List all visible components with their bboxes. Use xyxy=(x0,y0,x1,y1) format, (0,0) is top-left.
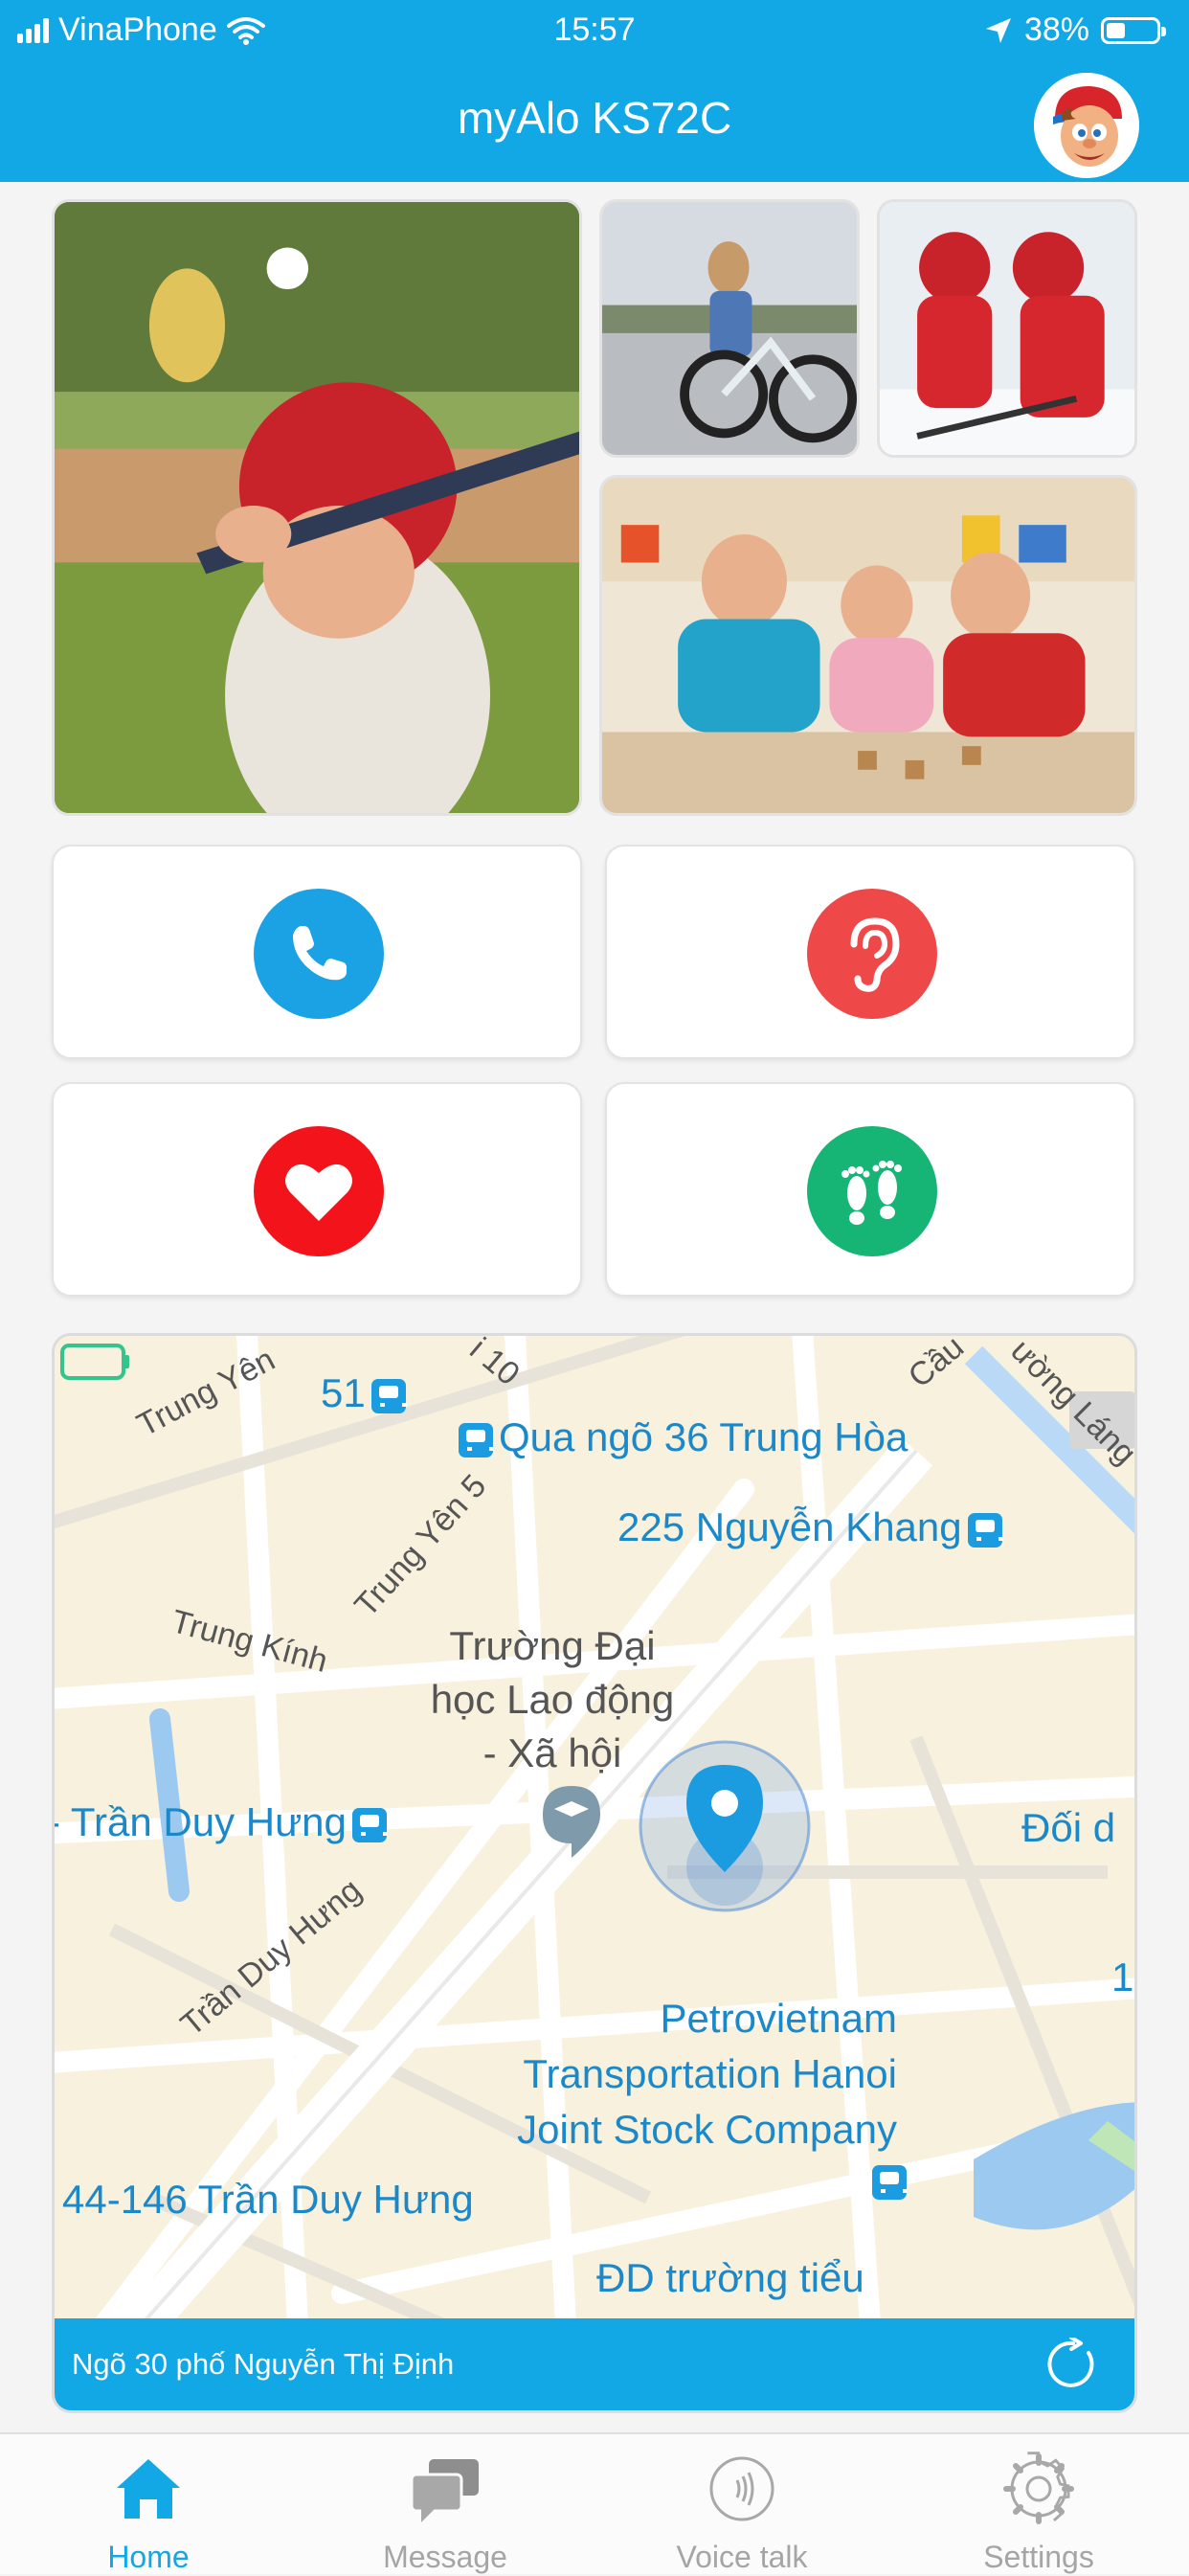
tab-home[interactable]: Home xyxy=(0,2434,297,2576)
ear-icon xyxy=(807,889,937,1019)
bus-stop-44-146[interactable]: 44-146 Trần Duy Hưng xyxy=(62,2177,474,2223)
bus-icon xyxy=(459,1422,494,1457)
nav-bar: myAlo KS72C xyxy=(0,63,1189,182)
bus-stop-44-146-label: 44-146 Trần Duy Hưng xyxy=(62,2177,474,2222)
bus-icon xyxy=(967,1512,1003,1548)
photo-kids-blocks xyxy=(599,475,1137,816)
heart-icon xyxy=(254,1126,384,1256)
bus-icon xyxy=(872,2165,908,2200)
address-text: Ngõ 30 phố Nguyễn Thị Định xyxy=(72,2347,455,2381)
status-bar: VinaPhone 15:57 38% xyxy=(0,0,1189,63)
tab-home-label: Home xyxy=(107,2540,190,2574)
steps-card[interactable] xyxy=(605,1082,1135,1297)
bus-stop-1-label: 1 xyxy=(1111,1955,1134,2000)
bus-stop-nguyen-khang[interactable]: 225 Nguyễn Khang xyxy=(617,1504,1008,1550)
tab-settings[interactable]: Settings xyxy=(890,2434,1187,2576)
address-bar: Ngõ 30 phố Nguyễn Thị Định xyxy=(55,2318,1134,2410)
battery-percent: 38% xyxy=(1023,11,1089,48)
tab-message-label: Message xyxy=(383,2540,507,2574)
tab-settings-label: Settings xyxy=(983,2540,1094,2574)
avatar[interactable] xyxy=(1034,73,1139,178)
phone-icon xyxy=(254,889,384,1019)
footprints-icon xyxy=(807,1126,937,1256)
listen-card[interactable] xyxy=(605,845,1135,1059)
message-icon xyxy=(410,2459,479,2522)
bus-stop-tran-duy-hung-label: - xyxy=(55,1799,71,1844)
battery-icon xyxy=(1101,16,1166,44)
settings-icon xyxy=(1003,2452,1074,2524)
bus-icon xyxy=(370,1378,407,1413)
poi-petrovietnam: Petrovietnam Transportation Hanoi Joint … xyxy=(517,1996,897,2152)
photo-baseball xyxy=(52,199,582,816)
bus-stop-1[interactable]: 1 xyxy=(1111,1955,1133,2000)
tab-bar: Home Message Voice talk Settings xyxy=(0,2432,1189,2574)
call-card[interactable] xyxy=(52,845,582,1059)
poi-school: ĐD trường tiểu xyxy=(596,2255,864,2300)
bus-stop-trung-hoa-label: Qua ngõ 36 Trung Hòa xyxy=(499,1414,909,1459)
bus-stop-nguyen-khang-label: 225 Nguyễn Khang xyxy=(617,1504,962,1549)
bus-stop-51-label: 51 xyxy=(321,1370,366,1415)
location-arrow-icon xyxy=(985,17,1011,43)
voice-talk-icon xyxy=(709,2456,774,2521)
bus-stop-doi-dien[interactable]: Đối d xyxy=(1021,1805,1115,1851)
tab-message[interactable]: Message xyxy=(297,2434,594,2576)
photo-hockey xyxy=(877,199,1137,458)
refresh-icon[interactable] xyxy=(1046,2338,1100,2391)
bus-stop-trung-hoa[interactable]: Qua ngõ 36 Trung Hòa xyxy=(453,1414,908,1460)
health-card[interactable] xyxy=(52,1082,582,1297)
bus-stop-51[interactable]: 51 xyxy=(321,1370,412,1416)
page-title: myAlo KS72C xyxy=(457,93,732,143)
map-background xyxy=(55,1336,1134,2410)
photo-bicycle xyxy=(599,199,860,458)
home-icon xyxy=(117,2459,180,2519)
bus-icon xyxy=(351,1807,388,1842)
bus-stop-tran-duy-hung[interactable]: - Trần Duy Hưng xyxy=(55,1799,393,1845)
bus-stop-doi-dien-label: Đối d xyxy=(1021,1805,1116,1850)
poi-university: Trường Đại học Lao động - Xã hội xyxy=(430,1623,675,1775)
tab-voice-talk[interactable]: Voice talk xyxy=(594,2434,890,2576)
map-view[interactable]: Trung Yên i 10 Cầu ường Láng Trung Yên 5… xyxy=(52,1333,1137,2413)
tab-voice-talk-label: Voice talk xyxy=(676,2540,808,2574)
status-right-group: 38% xyxy=(984,11,1166,49)
